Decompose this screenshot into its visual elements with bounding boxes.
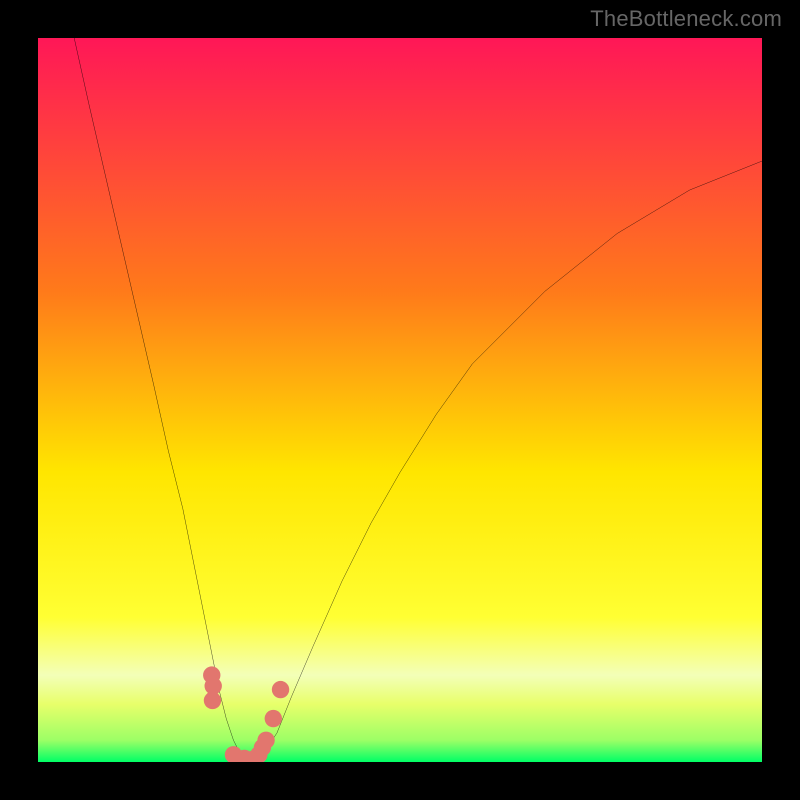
scatter-point	[265, 710, 282, 727]
scatter-point	[272, 681, 289, 698]
watermark-text: TheBottleneck.com	[590, 6, 782, 32]
scatter-point	[257, 732, 274, 749]
plot-area	[38, 38, 762, 762]
chart-svg	[38, 38, 762, 762]
chart-frame: TheBottleneck.com	[0, 0, 800, 800]
scatter-point	[204, 692, 221, 709]
gradient-background	[38, 38, 762, 762]
